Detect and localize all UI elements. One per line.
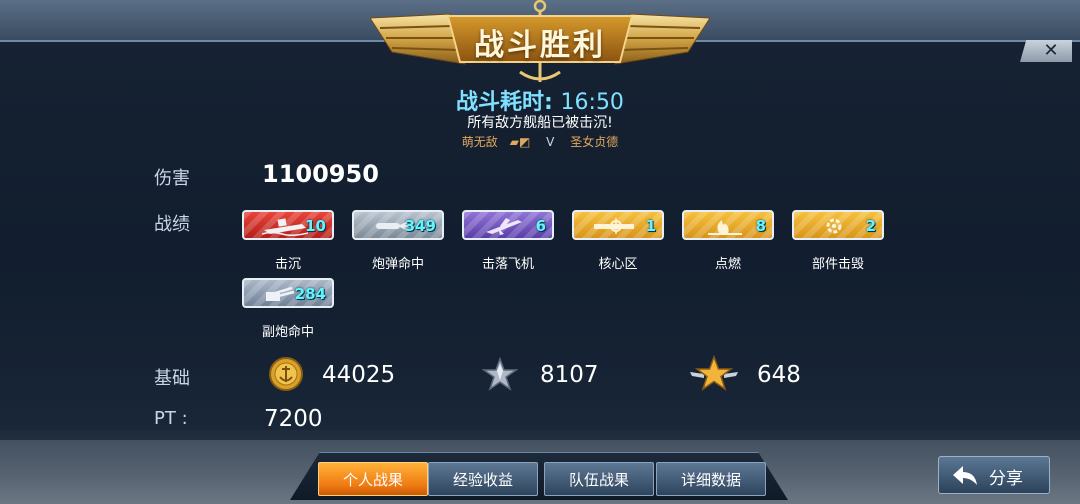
- gear-destroyed-icon: [826, 218, 842, 234]
- badge-label-secondary-hit: 副炮命中: [261, 325, 314, 340]
- badge-count: 10: [305, 217, 326, 235]
- share-label: 分享: [989, 469, 1023, 489]
- badge-label-parts-destroyed: 部件击毁: [811, 257, 864, 272]
- share-button[interactable]: 分享: [938, 456, 1050, 494]
- badge-label-ignite: 点燃: [714, 257, 741, 272]
- gold-value: 44025: [322, 362, 396, 388]
- share-arrow-icon: [953, 466, 977, 485]
- tab-detailed-data[interactable]: 详细数据: [656, 462, 766, 496]
- damage-value: 1100950: [262, 160, 379, 188]
- close-button[interactable]: ✕: [1020, 40, 1072, 62]
- player-right-name: 圣女贞德: [570, 135, 619, 149]
- gold-star-value: 648: [757, 362, 801, 388]
- badge-core-zone[interactable]: 1: [572, 210, 664, 240]
- badge-count: 1: [645, 217, 656, 235]
- tab-experience-gains[interactable]: 经验收益: [428, 462, 538, 496]
- plane-shotdown-icon: [486, 218, 522, 235]
- badge-label-sunk: 击沉: [274, 257, 301, 272]
- badge-shell-hit[interactable]: 349: [352, 210, 444, 240]
- fire-icon: [708, 220, 742, 235]
- victory-title: 战斗胜利: [474, 28, 606, 63]
- badge-count: 349: [404, 217, 436, 235]
- badge-label-core-zone: 核心区: [598, 257, 638, 272]
- vs-label: V: [546, 135, 555, 149]
- badge-label-planes-downed: 击落飞机: [481, 257, 534, 272]
- record-label: 战绩: [154, 214, 190, 235]
- silver-star-icon: [482, 356, 518, 391]
- silver-star-value: 8107: [540, 362, 599, 388]
- tab-team-results[interactable]: 队伍战果: [544, 462, 654, 496]
- damage-label: 伤害: [154, 168, 190, 189]
- basic-label: 基础: [154, 368, 190, 389]
- badge-count: 8: [755, 217, 766, 235]
- ship-flag-icon: ▰◩: [509, 135, 531, 149]
- pt-label: PT :: [154, 408, 188, 429]
- gold-coin-icon: [269, 357, 303, 391]
- badge-count: 2: [865, 217, 876, 235]
- badge-planes-downed[interactable]: 6: [462, 210, 554, 240]
- gold-star-wings-icon: [690, 354, 738, 391]
- badge-secondary-hit[interactable]: 284: [242, 278, 334, 308]
- versus-line: 萌无敌 ▰◩ V 圣女贞德: [430, 133, 650, 150]
- pt-value: 7200: [264, 406, 323, 432]
- badge-count: 284: [294, 285, 326, 303]
- badge-count: 6: [535, 217, 546, 235]
- sinking-ship-icon: [262, 218, 308, 236]
- tab-personal-results[interactable]: 个人战果: [318, 462, 428, 496]
- badge-ignite[interactable]: 8: [682, 210, 774, 240]
- result-message: 所有敌方舰船已被击沉!: [467, 115, 613, 131]
- badge-sunk[interactable]: 10: [242, 210, 334, 240]
- badge-parts-destroyed[interactable]: 2: [792, 210, 884, 240]
- core-zone-icon: [594, 218, 634, 234]
- player-left-name: 萌无敌: [461, 135, 498, 149]
- badge-label-shell-hit: 炮弹命中: [371, 257, 424, 272]
